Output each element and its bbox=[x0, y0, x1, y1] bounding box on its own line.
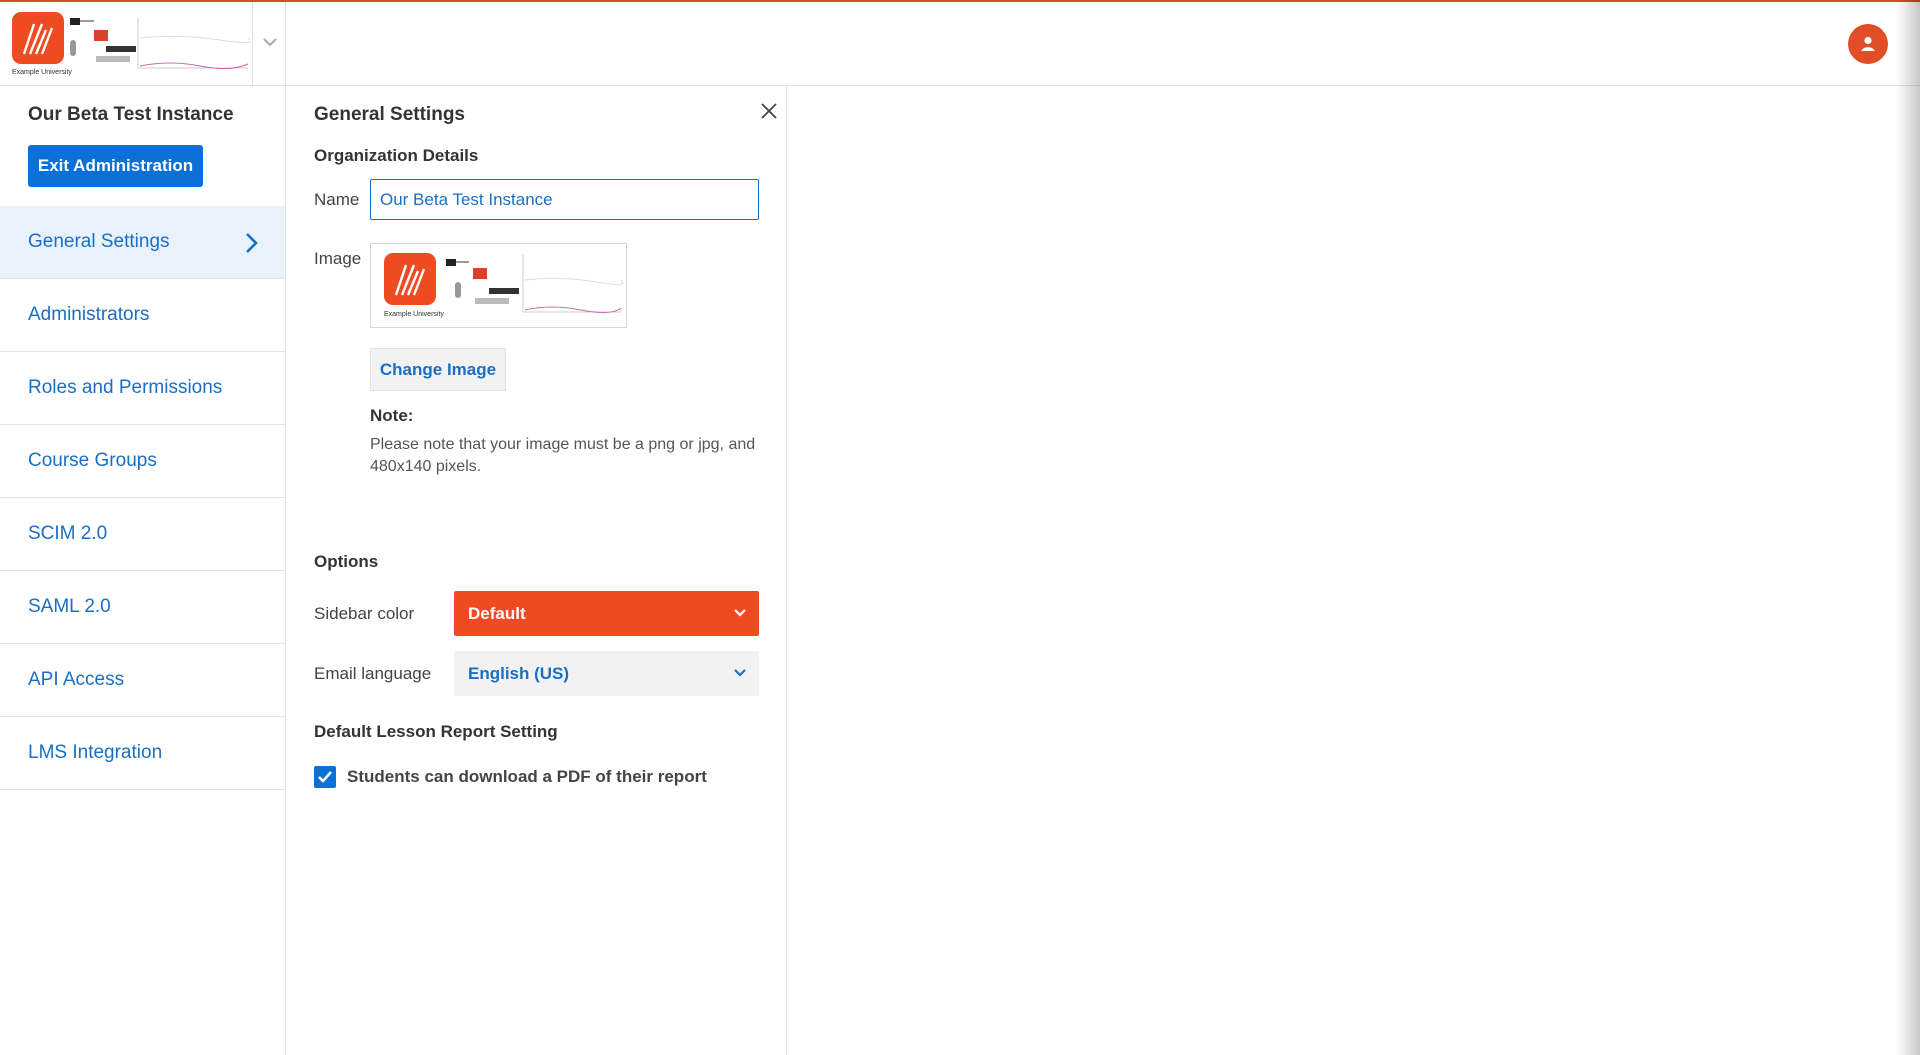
sidebar-item-api-access[interactable]: API Access bbox=[0, 644, 285, 717]
sidebar-color-label: Sidebar color bbox=[314, 604, 415, 623]
org-image-preview: Example University bbox=[370, 243, 627, 328]
note-heading: Note: bbox=[370, 406, 414, 425]
options-heading: Options bbox=[314, 552, 379, 571]
top-bar: Example University bbox=[0, 0, 1920, 86]
image-label: Image bbox=[314, 249, 362, 268]
sidebar-item-label: API Access bbox=[28, 669, 125, 690]
admin-sidebar: Our Beta Test Instance Exit Administrati… bbox=[0, 86, 286, 1055]
admin-nav: General Settings Administrators Roles an… bbox=[0, 206, 285, 790]
close-icon[interactable] bbox=[756, 98, 782, 124]
org-logo-image: Example University bbox=[384, 253, 624, 318]
sidebar-item-administrators[interactable]: Administrators bbox=[0, 279, 285, 352]
name-label: Name bbox=[314, 190, 360, 209]
organization-details-heading: Organization Details bbox=[314, 146, 479, 165]
sidebar-item-label: SCIM 2.0 bbox=[28, 523, 108, 544]
window-edge-shadow bbox=[1896, 0, 1920, 1055]
pdf-download-label[interactable]: Students can download a PDF of their rep… bbox=[347, 767, 707, 787]
pdf-download-checkbox[interactable] bbox=[314, 766, 336, 788]
sidebar-item-general-settings[interactable]: General Settings bbox=[0, 206, 285, 279]
lesson-report-heading: Default Lesson Report Setting bbox=[314, 722, 558, 741]
chevron-down-icon bbox=[734, 669, 746, 677]
logo-caption: Example University bbox=[384, 311, 444, 318]
sidebar-item-lms-integration[interactable]: LMS Integration bbox=[0, 717, 285, 790]
sidebar-item-roles-and-permissions[interactable]: Roles and Permissions bbox=[0, 352, 285, 425]
sidebar-item-label: LMS Integration bbox=[28, 742, 163, 763]
chevron-down-icon[interactable] bbox=[262, 34, 278, 50]
org-name: Our Beta Test Instance bbox=[28, 104, 234, 125]
sidebar-item-label: General Settings bbox=[28, 231, 170, 252]
org-logo-block[interactable]: Example University bbox=[0, 2, 253, 86]
email-language-value: English (US) bbox=[468, 663, 570, 683]
sidebar-item-label: Roles and Permissions bbox=[28, 377, 223, 398]
general-settings-panel: General Settings Organization Details Na… bbox=[286, 86, 787, 1055]
checkmark-icon bbox=[318, 771, 332, 783]
email-language-select[interactable]: English (US) bbox=[454, 651, 759, 696]
user-avatar[interactable] bbox=[1848, 24, 1888, 64]
note-text: Please note that your image must be a pn… bbox=[370, 436, 756, 475]
divider bbox=[285, 2, 286, 86]
sidebar-color-value: Default bbox=[468, 603, 526, 623]
sidebar-item-label: Administrators bbox=[28, 304, 150, 325]
exit-administration-button[interactable]: Exit Administration bbox=[28, 145, 203, 187]
sidebar-item-course-groups[interactable]: Course Groups bbox=[0, 425, 285, 498]
name-field[interactable] bbox=[370, 179, 759, 220]
logo-caption: Example University bbox=[12, 69, 72, 76]
sidebar-item-label: SAML 2.0 bbox=[28, 596, 111, 617]
user-icon bbox=[1861, 36, 1875, 51]
panel-title: General Settings bbox=[314, 104, 465, 125]
sidebar-item-saml[interactable]: SAML 2.0 bbox=[0, 571, 285, 644]
change-image-button[interactable]: Change Image bbox=[370, 348, 506, 391]
chevron-down-icon bbox=[734, 609, 746, 617]
org-logo-image: Example University bbox=[12, 12, 250, 76]
email-language-label: Email language bbox=[314, 664, 432, 683]
sidebar-item-scim[interactable]: SCIM 2.0 bbox=[0, 498, 285, 571]
chevron-right-icon bbox=[246, 233, 258, 253]
sidebar-color-select[interactable]: Default bbox=[454, 591, 759, 636]
sidebar-item-label: Course Groups bbox=[28, 450, 157, 471]
